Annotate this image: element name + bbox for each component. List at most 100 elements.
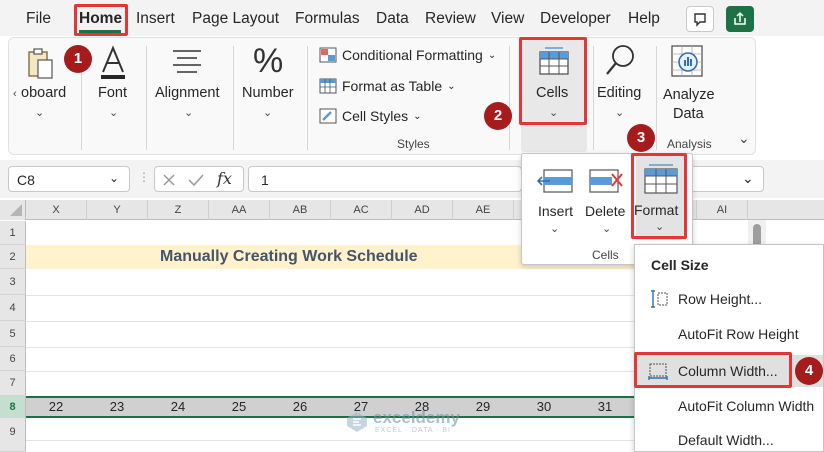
- row-header[interactable]: 3: [0, 269, 26, 295]
- tab-review[interactable]: Review: [425, 10, 476, 28]
- conditional-formatting-icon: [319, 47, 337, 63]
- grid-cell[interactable]: 24: [148, 398, 208, 416]
- callout-box-format: [631, 153, 687, 239]
- chevron-down-icon[interactable]: ⌄: [35, 106, 44, 119]
- grid-cell[interactable]: 30: [514, 398, 574, 416]
- chevron-down-icon[interactable]: ⌄: [184, 106, 193, 119]
- row-header-selected[interactable]: 8: [0, 396, 26, 418]
- tab-page-layout[interactable]: Page Layout: [192, 10, 279, 28]
- column-header[interactable]: AI: [697, 200, 748, 220]
- clipboard-group-label[interactable]: oboard: [21, 85, 66, 101]
- tab-data[interactable]: Data: [376, 10, 409, 28]
- row-height-menu-item[interactable]: Row Height...: [678, 291, 762, 307]
- grid-cell[interactable]: 26: [270, 398, 330, 416]
- select-all-corner[interactable]: [0, 200, 26, 220]
- format-as-table-button[interactable]: Format as Table ⌄: [319, 78, 456, 94]
- analyze-data-icon[interactable]: [668, 42, 708, 82]
- row-header[interactable]: 6: [0, 347, 26, 371]
- formula-bar-grip-icon: ⋮: [138, 170, 150, 184]
- gridline: [26, 371, 636, 372]
- ribbon-collapse-icon[interactable]: ⌄: [738, 130, 750, 147]
- step-badge-2: 2: [484, 102, 512, 130]
- insert-cells-icon[interactable]: [536, 164, 576, 198]
- grid-cell[interactable]: 23: [87, 398, 147, 416]
- chevron-down-icon[interactable]: ⌄: [615, 106, 624, 119]
- default-width-menu-item[interactable]: Default Width...: [678, 432, 774, 448]
- watermark-brand: exceldemy: [373, 408, 460, 427]
- clipboard-scroll-left-icon[interactable]: ‹: [13, 88, 17, 100]
- insert-label[interactable]: Insert: [538, 203, 573, 219]
- tab-formulas[interactable]: Formulas: [295, 10, 360, 28]
- conditional-formatting-button[interactable]: Conditional Formatting ⌄: [319, 47, 496, 63]
- chevron-down-icon: ⌄: [447, 80, 456, 92]
- chevron-down-icon[interactable]: ⌄: [550, 222, 559, 235]
- tab-file[interactable]: File: [26, 10, 51, 28]
- column-header[interactable]: X: [26, 200, 87, 220]
- chevron-down-icon[interactable]: ⌄: [109, 171, 119, 185]
- column-header[interactable]: AA: [209, 200, 270, 220]
- percent-icon[interactable]: %: [253, 42, 283, 81]
- share-button[interactable]: [726, 6, 754, 32]
- format-dropdown-menu: Cell Size Row Height... AutoFit Row Heig…: [634, 244, 824, 452]
- font-group-label[interactable]: Font: [98, 85, 127, 101]
- tab-developer[interactable]: Developer: [540, 10, 611, 28]
- step-badge-3: 3: [627, 124, 655, 152]
- row-header[interactable]: 4: [0, 295, 26, 321]
- grid-cell[interactable]: 25: [209, 398, 269, 416]
- watermark: exceldemy EXCEL · DATA · BI: [345, 408, 495, 438]
- cancel-icon[interactable]: [161, 172, 177, 188]
- autofit-row-height-menu-item[interactable]: AutoFit Row Height: [678, 326, 799, 342]
- selected-row-8[interactable]: 22 23 24 25 26 27 28 29 30 31: [26, 396, 636, 418]
- row-header[interactable]: 5: [0, 321, 26, 347]
- group-separator: [593, 46, 594, 150]
- chevron-down-icon[interactable]: ⌄: [109, 106, 118, 119]
- name-box-value: C8: [17, 172, 35, 188]
- tab-help[interactable]: Help: [628, 10, 660, 28]
- step-badge-4: 4: [795, 357, 823, 385]
- group-separator: [233, 46, 234, 150]
- column-header[interactable]: AE: [453, 200, 514, 220]
- analyze-data-label-line2[interactable]: Data: [673, 106, 704, 122]
- delete-label[interactable]: Delete: [585, 203, 625, 219]
- autofit-column-width-menu-item[interactable]: AutoFit Column Width: [678, 398, 814, 414]
- formula-input-extension[interactable]: ⌄: [690, 166, 764, 192]
- column-header[interactable]: AB: [270, 200, 331, 220]
- column-headers: X Y Z AA AB AC AD AE AF AG AH AI: [0, 200, 824, 220]
- chevron-down-icon[interactable]: ⌄: [263, 106, 272, 119]
- column-header[interactable]: Z: [148, 200, 209, 220]
- formula-input[interactable]: 1: [248, 166, 522, 192]
- editing-group-label[interactable]: Editing: [597, 85, 641, 101]
- font-icon[interactable]: [95, 42, 131, 82]
- chevron-down-icon[interactable]: ⌄: [602, 222, 611, 235]
- cell-styles-button[interactable]: Cell Styles ⌄: [319, 108, 422, 124]
- format-as-table-icon: [319, 78, 337, 94]
- column-header[interactable]: AD: [392, 200, 453, 220]
- gridline: [26, 347, 636, 348]
- grid-cell[interactable]: 31: [575, 398, 635, 416]
- grid-cell[interactable]: 22: [26, 398, 86, 416]
- delete-cells-icon[interactable]: [586, 164, 626, 198]
- number-group-label[interactable]: Number: [242, 85, 294, 101]
- formula-input-value: 1: [261, 172, 269, 188]
- row-header[interactable]: 2: [0, 245, 26, 269]
- comments-button[interactable]: [686, 6, 714, 32]
- select-all-icon: [10, 204, 22, 216]
- enter-icon[interactable]: [187, 172, 205, 188]
- analyze-data-label-line1[interactable]: Analyze: [663, 87, 715, 103]
- expand-formula-bar-icon[interactable]: ⌄: [742, 170, 754, 187]
- paste-icon[interactable]: [21, 44, 61, 84]
- name-box[interactable]: C8 ⌄: [8, 166, 130, 192]
- tab-insert[interactable]: Insert: [136, 10, 175, 28]
- column-header[interactable]: Y: [87, 200, 148, 220]
- cell-styles-label: Cell Styles: [342, 108, 409, 124]
- alignment-icon[interactable]: [169, 46, 205, 78]
- search-icon[interactable]: [603, 42, 639, 80]
- alignment-group-label[interactable]: Alignment: [155, 85, 219, 101]
- insert-function-icon[interactable]: fx: [217, 169, 232, 188]
- row-header[interactable]: 1: [0, 221, 26, 245]
- tab-view[interactable]: View: [491, 10, 524, 28]
- row-header[interactable]: 7: [0, 371, 26, 396]
- column-header[interactable]: AC: [331, 200, 392, 220]
- row-header[interactable]: 9: [0, 418, 26, 452]
- callout-box-column-width: [634, 352, 792, 388]
